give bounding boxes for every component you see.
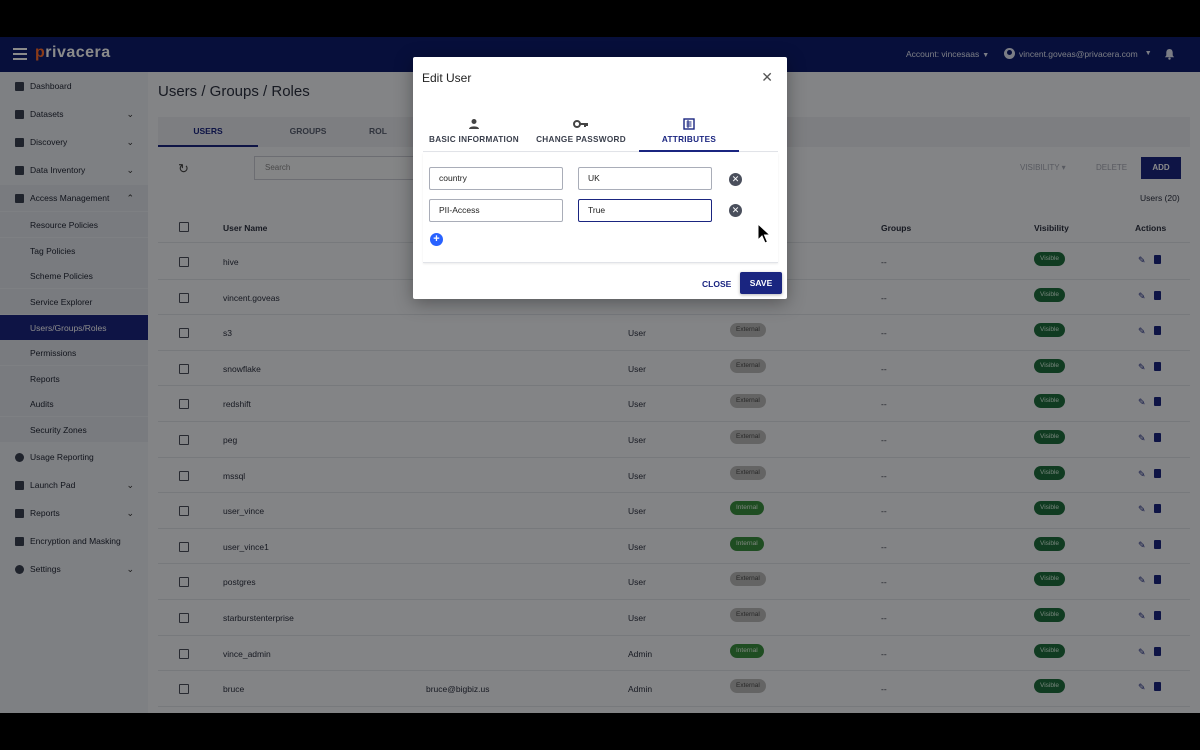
remove-attribute-icon[interactable]: ✕ <box>729 173 742 186</box>
tab-basic-information[interactable]: BASIC INFORMATION <box>423 114 525 152</box>
edit-user-dialog: Edit User ✕ BASIC INFORMATION CHANGE PAS… <box>413 57 787 299</box>
close-button[interactable]: CLOSE <box>702 279 731 289</box>
tab-change-password[interactable]: CHANGE PASSWORD <box>531 114 631 152</box>
attributes-panel: country UK ✕ PII-Access True ✕ + <box>423 153 778 263</box>
attributes-icon <box>683 118 695 130</box>
tab-attributes[interactable]: ATTRIBUTES <box>639 114 739 152</box>
save-button[interactable]: SAVE <box>740 272 782 294</box>
key-icon <box>573 120 588 128</box>
close-icon[interactable]: ✕ <box>761 69 773 86</box>
attribute-key-input[interactable]: PII-Access <box>429 199 563 222</box>
dialog-title: Edit User <box>422 71 472 85</box>
app-window: privacera Account: vincesaas ▼ vincent.go… <box>0 37 1200 713</box>
attribute-value-input[interactable]: True <box>578 199 712 222</box>
attribute-key-input[interactable]: country <box>429 167 563 190</box>
attribute-value-input[interactable]: UK <box>578 167 712 190</box>
remove-attribute-icon[interactable]: ✕ <box>729 204 742 217</box>
add-attribute-icon[interactable]: + <box>430 233 443 246</box>
mouse-cursor-icon <box>757 223 771 244</box>
person-icon <box>469 119 479 129</box>
dialog-tabs: BASIC INFORMATION CHANGE PASSWORD ATTRIB… <box>423 114 778 152</box>
